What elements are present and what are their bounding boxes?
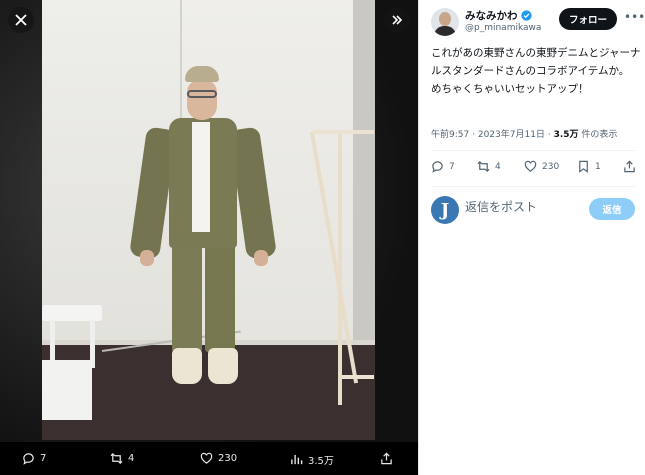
media-share-button[interactable]: [380, 452, 393, 465]
media-like-button[interactable]: 230: [200, 452, 237, 465]
heart-icon: [524, 160, 537, 172]
person-face: [187, 80, 217, 120]
media-action-bar: 7 4 230 3.5万: [0, 442, 418, 475]
expand-panel-button[interactable]: [384, 7, 410, 33]
author-name[interactable]: みなみかわ: [465, 8, 518, 23]
post-meta: 午前9:57 · 2023年7月11日 · 3.5万 件の表示: [431, 127, 617, 140]
close-button[interactable]: [8, 7, 34, 33]
reply-count: 7: [449, 161, 455, 172]
share-button[interactable]: [623, 160, 636, 173]
media-like-count: 230: [218, 453, 238, 464]
divider: [431, 186, 635, 187]
views-chart-icon: [291, 454, 303, 465]
like-count: 230: [542, 161, 560, 172]
media-repost-button[interactable]: 4: [110, 452, 134, 465]
verified-badge-icon: [520, 10, 532, 21]
media-reply-button[interactable]: 7: [22, 452, 46, 465]
media-views-count: 3.5万: [308, 456, 334, 467]
bookmark-icon: [579, 160, 588, 173]
post-actions: 7 4 230 1: [431, 158, 635, 180]
stool: [42, 305, 102, 321]
divider: [431, 150, 635, 151]
post-detail-panel: みなみかわ @p_minamikawa フォロー ••• これがあの東野さんの東…: [418, 0, 645, 475]
reply-icon: [23, 453, 34, 465]
media-reply-count: 7: [40, 453, 47, 464]
reply-button[interactable]: 7: [431, 160, 455, 173]
meta-separator-2: ·: [547, 130, 551, 140]
avatar[interactable]: [431, 8, 459, 36]
bookmark-count: 1: [595, 161, 601, 172]
post-date[interactable]: 2023年7月11日: [478, 130, 545, 140]
follow-button[interactable]: フォロー: [559, 8, 617, 30]
reply-input[interactable]: [465, 200, 595, 214]
reply-icon: [432, 161, 443, 173]
like-button[interactable]: 230: [524, 160, 559, 173]
share-icon: [381, 452, 392, 465]
views-label: 件の表示: [581, 130, 618, 140]
reply-submit-button[interactable]: 返信: [589, 198, 635, 220]
post-time[interactable]: 午前9:57: [431, 130, 469, 140]
bookmark-button[interactable]: 1: [577, 160, 601, 173]
author-handle[interactable]: @p_minamikawa: [465, 23, 541, 33]
close-icon: [15, 14, 27, 26]
author-name-row[interactable]: みなみかわ: [465, 8, 532, 23]
share-icon: [624, 160, 635, 173]
meta-separator: ·: [472, 130, 475, 140]
repost-button[interactable]: 4: [477, 160, 501, 173]
repost-icon: [477, 161, 490, 172]
repost-count: 4: [495, 161, 501, 172]
more-options-icon[interactable]: •••: [624, 10, 645, 24]
media-viewer: 7 4 230 3.5万: [0, 0, 418, 475]
chevron-double-right-icon: [392, 15, 403, 25]
media-repost-count: 4: [128, 453, 135, 464]
post-text: これがあの東野さんの東野デニムとジャーナルスタンダードさんのコラボアイテムか。 …: [431, 47, 641, 95]
heart-icon: [200, 452, 213, 464]
media-views-button[interactable]: 3.5万: [290, 452, 334, 467]
post-photo[interactable]: [42, 0, 375, 440]
views-count: 3.5万: [553, 130, 579, 140]
current-user-avatar[interactable]: J: [431, 196, 459, 224]
repost-icon: [110, 453, 123, 464]
